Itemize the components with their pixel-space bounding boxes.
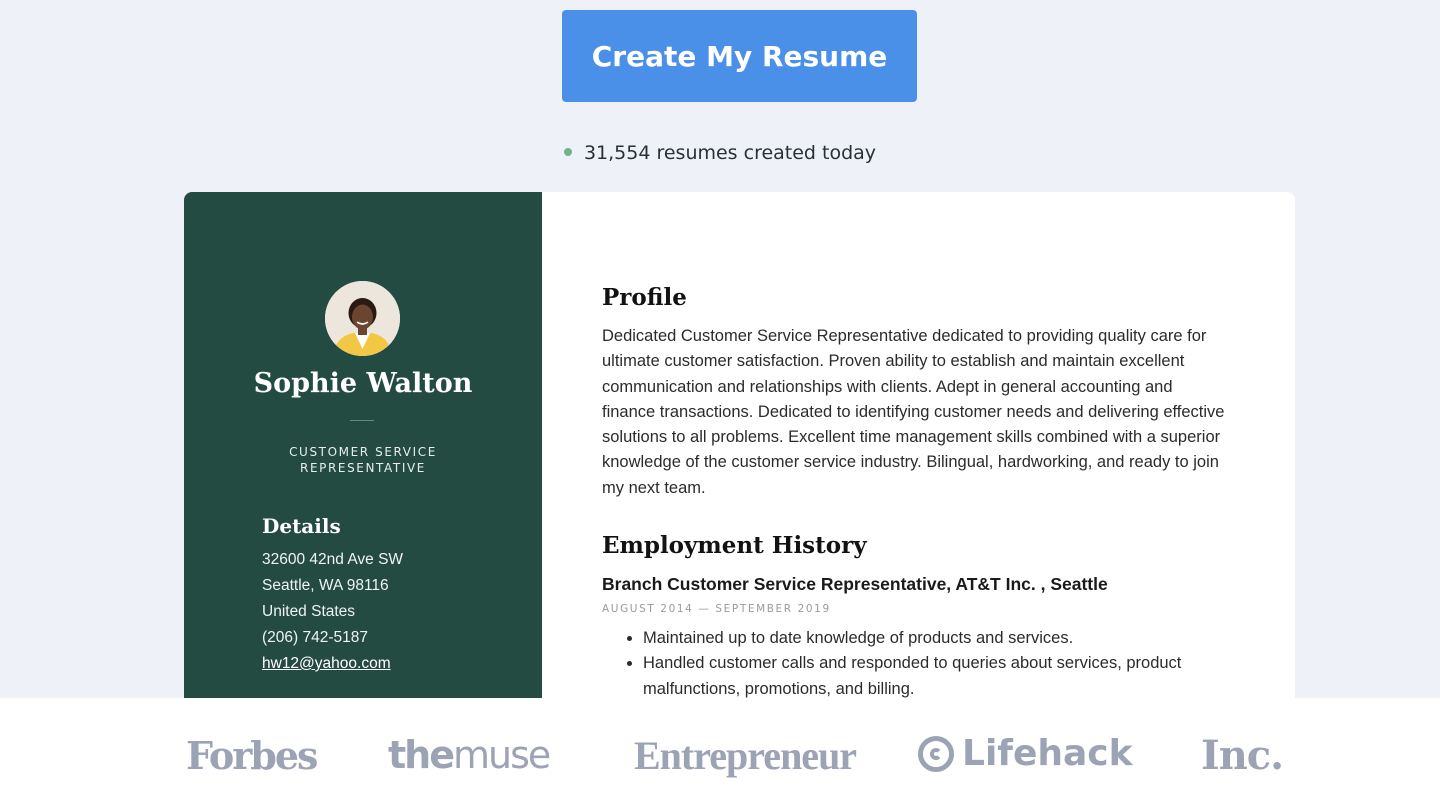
contact-details: 32600 42nd Ave SW Seattle, WA 98116 Unit…	[262, 547, 403, 677]
details-heading: Details	[262, 514, 341, 538]
lifehack-mark-icon	[918, 735, 954, 772]
resume-preview[interactable]: Sophie Walton CUSTOMER SERVICE REPRESENT…	[184, 192, 1295, 698]
candidate-name: Sophie Walton	[253, 368, 473, 399]
forbes-logo: Forbes	[186, 733, 318, 778]
profile-heading: Profile	[602, 284, 687, 311]
themuse-logo-the: the	[388, 733, 455, 777]
resume-counter: 31,554 resumes created today	[0, 142, 1440, 164]
press-logos-bar: Forbes themuse Entrepreneur Lifehack Inc…	[0, 698, 1440, 797]
job-dates: AUGUST 2014 — SEPTEMBER 2019	[602, 603, 831, 615]
create-resume-button[interactable]: Create My Resume	[562, 10, 917, 102]
resume-counter-text: 31,554 resumes created today	[583, 142, 877, 164]
email-link[interactable]: hw12@yahoo.com	[262, 651, 403, 677]
job-role-line-2: REPRESENTATIVE	[300, 461, 426, 475]
name-divider	[350, 420, 374, 421]
lifehack-logo: Lifehack	[918, 733, 1133, 774]
job-role-line-1: CUSTOMER SERVICE	[289, 445, 437, 459]
inc-logo: Inc.	[1201, 732, 1284, 779]
resume-sidebar: Sophie Walton CUSTOMER SERVICE REPRESENT…	[184, 192, 542, 698]
address-line-1: 32600 42nd Ave SW	[262, 551, 404, 568]
status-dot-icon	[563, 147, 572, 156]
themuse-logo-muse: muse	[453, 733, 551, 777]
profile-text: Dedicated Customer Service Representativ…	[602, 327, 1225, 497]
avatar	[325, 281, 400, 356]
list-item: Handled customer calls and responded to …	[643, 651, 1232, 698]
phone-number: (206) 742-5187	[262, 629, 368, 646]
entrepreneur-logo: Entrepreneur	[634, 733, 857, 778]
list-item: Maintained up to date knowledge of produ…	[643, 626, 1232, 651]
employment-heading: Employment History	[602, 532, 867, 559]
job-role: CUSTOMER SERVICE REPRESENTATIVE	[184, 444, 542, 476]
job-title: Branch Customer Service Representative, …	[602, 574, 1108, 594]
country: United States	[262, 603, 356, 620]
address-line-2: Seattle, WA 98116	[262, 577, 389, 594]
lifehack-logo-text: Lifehack	[962, 733, 1133, 774]
person-portrait-icon	[325, 281, 400, 356]
themuse-logo: themuse	[388, 733, 551, 777]
job-bullets: Maintained up to date knowledge of produ…	[602, 626, 1232, 698]
